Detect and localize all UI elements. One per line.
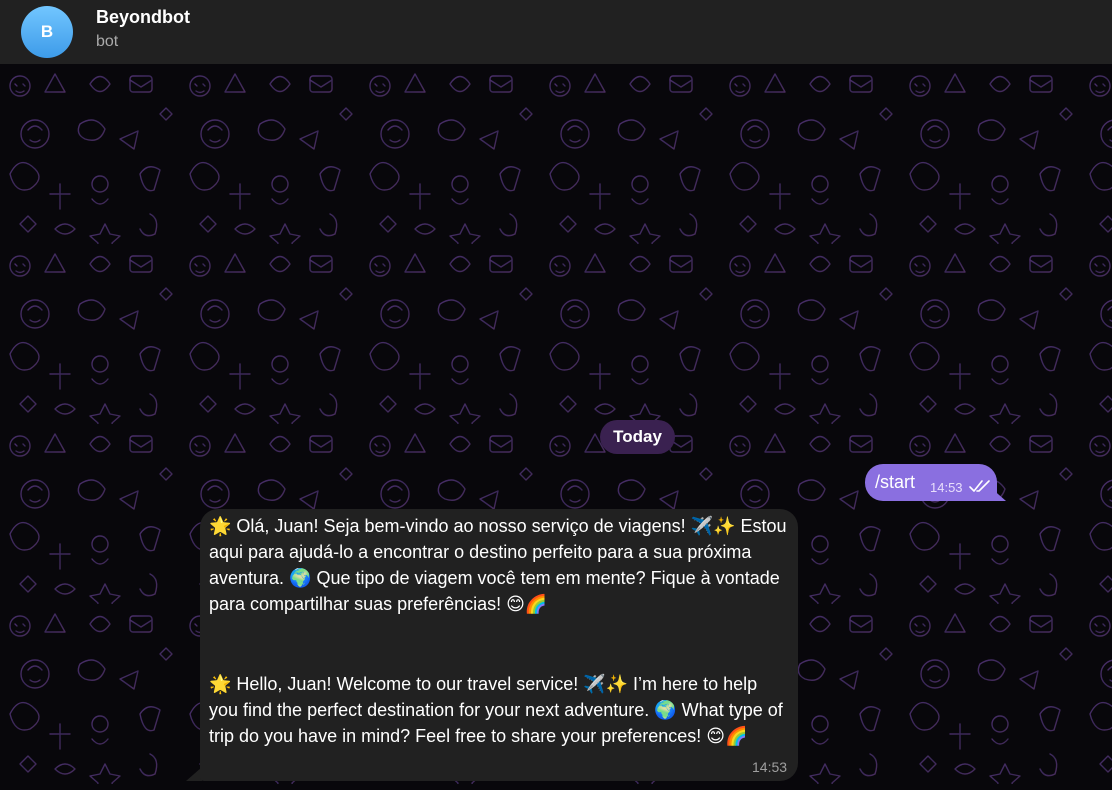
incoming-message-bubble[interactable]: 🌟 Olá, Juan! Seja bem-vindo ao nosso ser… bbox=[200, 509, 798, 781]
chat-subtitle: bot bbox=[96, 33, 119, 50]
outgoing-message-text: /start bbox=[875, 472, 916, 492]
avatar[interactable]: B bbox=[21, 6, 73, 58]
chat-title[interactable]: Beyondbot bbox=[96, 7, 190, 28]
outgoing-message-bubble[interactable]: /start 14:53 bbox=[865, 464, 997, 501]
telegram-chat-window: B Beyondbot bot Today /start 14:53 🌟 Olá… bbox=[0, 0, 1112, 790]
incoming-message-text-english: 🌟 Hello, Juan! Welcome to our travel ser… bbox=[209, 674, 783, 746]
message-time: 14:53 bbox=[930, 480, 963, 495]
date-separator: Today bbox=[600, 420, 675, 454]
message-time: 14:53 bbox=[752, 759, 788, 775]
chat-header[interactable]: B Beyondbot bot bbox=[0, 0, 1112, 64]
incoming-message-text-portuguese: 🌟 Olá, Juan! Seja bem-vindo ao nosso ser… bbox=[209, 516, 787, 614]
double-check-icon bbox=[969, 480, 990, 492]
